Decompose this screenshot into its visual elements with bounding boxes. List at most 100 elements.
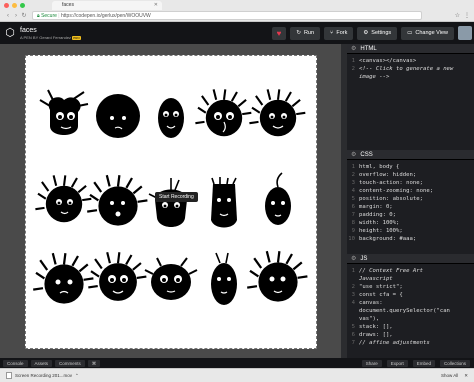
- face-5: [248, 88, 307, 138]
- line-number: 8: [351, 220, 355, 226]
- gear-icon[interactable]: ⚙: [351, 151, 356, 158]
- faces-canvas[interactable]: Start Recording: [25, 55, 317, 349]
- pen-author: A PEN BY Gerard Ferrandez PRO: [20, 35, 81, 40]
- start-recording-tooltip[interactable]: Start Recording: [155, 192, 198, 202]
- codepen-logo-icon[interactable]: ⬡: [3, 26, 17, 40]
- gear-icon[interactable]: ⚙: [351, 45, 356, 52]
- pen-author-text[interactable]: A PEN BY Gerard Ferrandez: [20, 35, 71, 40]
- pen-meta: faces A PEN BY Gerard Ferrandez PRO: [20, 27, 81, 40]
- code-line: <canvas></canvas>: [359, 58, 417, 64]
- face-15: [246, 250, 309, 303]
- line-number: 1: [351, 164, 355, 170]
- code-line: width: 100%;: [359, 220, 400, 226]
- reload-icon[interactable]: ↻: [20, 12, 28, 19]
- html-editor: ⚙ HTML 1 <canvas></canvas> 2 <!-- Click to…: [347, 44, 474, 150]
- share-button[interactable]: Share: [361, 359, 382, 367]
- js-code[interactable]: 1 // Context Free Art Javascript 2 "use st…: [347, 264, 474, 347]
- code-line: content-zooming: none;: [359, 188, 434, 194]
- downloads-shelf: Screen Recording 201...mov ⌃ Show All ✕: [0, 368, 474, 382]
- address-bar-row: ‹ › ↻ 🔒︎ Secure | https://codepen.io/ger…: [0, 10, 474, 21]
- face-8: [148, 178, 194, 227]
- code-line: stack: [],: [359, 324, 393, 330]
- minimize-window-dot[interactable]: [12, 2, 17, 8]
- pen-title[interactable]: faces: [20, 27, 81, 34]
- download-item[interactable]: Screen Recording 201...mov ⌃: [6, 372, 79, 379]
- line-number: [347, 307, 359, 315]
- line-number: 4: [351, 188, 355, 194]
- settings-label: Settings: [371, 30, 392, 36]
- close-tab-icon[interactable]: ✕: [154, 1, 158, 10]
- gear-icon[interactable]: ⚙: [351, 255, 356, 262]
- collections-button[interactable]: Collections: [439, 359, 470, 367]
- faces-artwork: [32, 88, 309, 305]
- code-line: background: #aaa;: [359, 236, 417, 242]
- code-line: touch-action: none;: [359, 180, 423, 186]
- line-number: 4: [351, 300, 355, 306]
- code-line: vas"),: [359, 316, 380, 322]
- code-line: padding: 0;: [359, 212, 397, 218]
- embed-button[interactable]: Embed: [412, 359, 435, 367]
- js-editor: ⚙ JS 1 // Context Free Art Javascript 2 "u…: [347, 254, 474, 358]
- codepen-header: ⬡ faces A PEN BY Gerard Ferrandez PRO ♥ …: [0, 22, 474, 44]
- code-line: // Context Free Art: [359, 268, 423, 274]
- avatar[interactable]: [458, 26, 472, 40]
- line-number: 1: [351, 268, 355, 274]
- show-all-link[interactable]: Show All: [441, 373, 458, 379]
- change-view-button[interactable]: ▭ Change View: [401, 26, 454, 40]
- face-2: [96, 94, 140, 138]
- star-icon[interactable]: ☆: [455, 12, 460, 19]
- face-1: [39, 89, 89, 135]
- url-field[interactable]: 🔒︎ Secure | https://codepen.io/gerlux/pe…: [32, 11, 422, 20]
- assets-button[interactable]: Assets: [30, 359, 53, 367]
- line-number: 7: [351, 340, 355, 346]
- face-10: [265, 172, 291, 225]
- secure-label: Secure: [41, 13, 57, 19]
- console-button[interactable]: Console: [3, 359, 28, 367]
- code-line: <!-- Click to generate a new: [359, 66, 454, 72]
- code-line: image -->: [359, 74, 390, 80]
- line-number: 6: [351, 204, 355, 210]
- fork-button[interactable]: ⑂ Fork: [324, 26, 354, 40]
- fork-label: Fork: [336, 30, 348, 36]
- face-14: [211, 252, 237, 305]
- line-number: [347, 275, 359, 283]
- settings-button[interactable]: ⚙ Settings: [357, 26, 398, 40]
- close-window-dot[interactable]: [4, 2, 9, 8]
- forward-icon[interactable]: ›: [12, 13, 20, 19]
- keyboard-icon[interactable]: ⌘: [87, 359, 101, 367]
- download-file-name: Screen Recording 201...mov: [15, 373, 73, 378]
- line-number: 9: [351, 228, 355, 234]
- face-4: [194, 88, 253, 138]
- run-icon: ↻: [296, 30, 301, 36]
- codepen-footer: Console Assets Comments ⌘ Share Export E…: [0, 358, 474, 368]
- close-icon[interactable]: ✕: [464, 373, 468, 379]
- export-button[interactable]: Export: [386, 359, 408, 367]
- code-line: canvas:: [359, 300, 383, 306]
- face-3: [158, 98, 184, 138]
- back-icon[interactable]: ‹: [4, 13, 12, 19]
- css-code[interactable]: 1 html, body { 2 overflow: hidden; 3 touc…: [347, 160, 474, 243]
- heart-button[interactable]: ♥: [271, 26, 287, 40]
- browser-tab[interactable]: faces ✕: [52, 0, 162, 10]
- js-editor-header: ⚙ JS: [347, 254, 474, 264]
- menu-icon[interactable]: ⋮: [464, 12, 470, 19]
- code-line: Javascript: [359, 276, 393, 282]
- tab-title: faces: [62, 1, 74, 8]
- chevron-up-icon[interactable]: ⌃: [75, 373, 79, 379]
- comments-button[interactable]: Comments: [55, 359, 85, 367]
- code-line: "use strict";: [359, 284, 403, 290]
- editor-column: ⚙ HTML 1 <canvas></canvas> 2 <!-- Click to…: [347, 44, 474, 358]
- maximize-window-dot[interactable]: [20, 2, 25, 8]
- face-6: [34, 174, 93, 224]
- code-line: position: absolute;: [359, 196, 423, 202]
- code-line: const cfa = {: [359, 292, 403, 298]
- line-number: 7: [351, 212, 355, 218]
- line-number: 2: [351, 284, 355, 290]
- line-number: 2: [351, 66, 355, 72]
- layout-icon: ▭: [407, 30, 413, 36]
- run-button[interactable]: ↻ Run: [290, 26, 321, 40]
- face-11: [32, 252, 95, 305]
- line-number: 2: [351, 172, 355, 178]
- html-code[interactable]: 1 <canvas></canvas> 2 <!-- Click to genera…: [347, 54, 474, 81]
- css-editor: ⚙ CSS 1 html, body { 2 overflow: hidden; …: [347, 150, 474, 254]
